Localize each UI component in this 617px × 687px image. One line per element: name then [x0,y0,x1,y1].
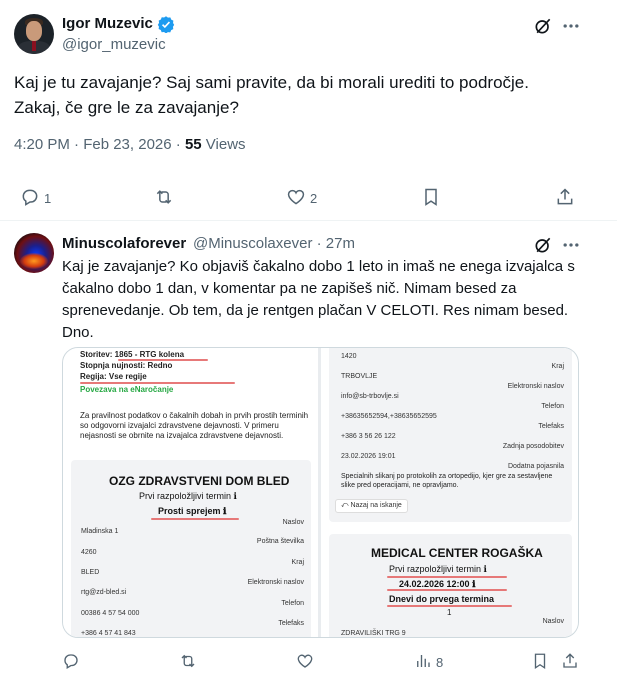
reply-display-name[interactable]: Minuscolaforever [62,235,186,252]
bookmark-icon [421,187,441,210]
value-email: rtg@zd-bled.si [81,589,127,596]
attached-image[interactable]: Storitev: 1865 - RTG kolena Stopnja nujn… [62,347,579,638]
share-icon [555,187,575,210]
label-telefaks-right: Telefaks [538,423,564,430]
value-note: Specialnih slikanj po protokolih za orto… [341,473,553,489]
media-link: Povezava na eNaročanje [80,385,174,394]
value-city-right: TRBOVLJE [341,373,378,380]
reply-repost-button[interactable] [178,652,198,673]
first-term-value-left: Prosti sprejem ℹ [158,506,227,516]
views-count: 55 [184,136,202,153]
post-text-line-2: Zakaj, če gre le za zavajanje? [14,98,239,117]
value-fax-right: +386 3 56 26 122 [341,433,396,440]
back-button-label: Nazaj na iskanje [350,502,402,509]
share-button[interactable] [555,187,575,210]
clinic-name-right: MEDICAL CENTER ROGAŠKA [371,546,543,560]
reply-text: Kaj je zavajanje? Ko objaviš čakalno dob… [62,258,575,341]
share-icon [561,652,579,673]
value-email-right: info@sb-trbovlje.si [341,393,399,400]
reply-handle[interactable]: @Minuscolaxever · 27m [193,235,355,252]
red-underline [80,382,235,384]
red-underline [387,605,512,607]
media-right-panel: 1420 Kraj TRBOVLJE Elektronski naslov in… [321,348,578,637]
like-count: 2 [310,191,318,206]
label-address-right: Naslov [542,618,564,625]
reply-button[interactable]: 1 [20,187,51,210]
value-phone-right: +38635652594,+38635652595 [341,413,437,420]
media-storitev: Storitev: 1865 - RTG kolena [80,350,185,359]
label-naslov: Naslov [282,519,304,526]
like-button[interactable]: 2 [286,187,317,210]
reply-share-button[interactable] [561,652,579,673]
media-stopnja: Stopnja nujnosti: Redno [80,361,173,370]
repost-icon [153,187,175,210]
repost-icon [178,652,198,673]
grok-icon[interactable] [533,16,553,41]
first-term-label-right: Prvi razpoložljivi termin ℹ [389,564,487,574]
heart-icon [286,187,306,210]
label-telefon-right: Telefon [541,403,564,410]
reply-views-button[interactable]: 8 [414,652,443,673]
media-left-panel: Storitev: 1865 - RTG kolena Stopnja nujn… [63,348,318,637]
label-email-right: Elektronski naslov [507,383,564,390]
value-zip-right: 1420 [341,353,357,360]
timestamp[interactable]: 4:20 PM · Feb 23, 2026 · [14,136,185,153]
more-options-icon[interactable] [561,16,581,41]
reply-icon [62,652,80,673]
handle[interactable]: @igor_muzevic [62,36,166,53]
value-updated: 23.02.2026 19:01 [341,453,396,460]
reply-reply-button[interactable] [62,652,80,673]
reply-bookmark-button[interactable] [531,652,549,673]
label-email: Elektronski naslov [247,579,304,586]
reply-like-button[interactable] [296,652,314,673]
display-name[interactable]: Igor Muzevic [62,15,153,32]
first-term-label-left: Prvi razpoložljivi termin ℹ [139,491,237,501]
value-address-right: ZDRAVILIŠKI TRG 9 [341,630,406,637]
post-text: Kaj je tu zavajanje? Saj sami pravite, d… [14,70,594,120]
value-phone: 00386 4 57 54 000 [81,610,140,617]
bookmark-button[interactable] [421,187,441,210]
label-postna: Poštna številka [256,538,304,545]
post-text-line-1: Kaj je tu zavajanje? Saj sami pravite, d… [14,73,529,92]
label-telefaks: Telefaks [278,620,304,627]
reply-count: 1 [44,191,52,206]
red-underline [387,576,507,578]
back-to-search-button: ⤺ Nazaj na iskanje [335,499,408,513]
value-address: Mladinska 1 [81,528,119,535]
value-city: BLED [81,569,100,576]
reply-views-count: 8 [436,655,444,670]
label-telefon: Telefon [281,600,304,607]
bookmark-icon [531,652,549,673]
days-value-right: 1 [447,608,452,617]
repost-button[interactable] [153,187,175,210]
label-kraj-right: Kraj [551,363,564,370]
views-bar-icon [414,652,432,673]
days-label-right: Dnevi do prvega termina [389,594,495,604]
post-meta: 4:20 PM · Feb 23, 2026 · 55 Views [14,136,246,153]
value-fax: +386 4 57 41 843 [81,630,136,637]
avatar[interactable] [14,14,54,54]
clinic-name-left: OZG ZDRAVSTVENI DOM BLED [109,474,290,488]
red-underline [151,518,239,520]
views-label: Views [201,136,246,153]
label-kraj: Kraj [291,559,304,566]
media-info: Za pravilnost podatkov o čakalnih dobah … [80,411,309,440]
heart-icon [296,652,314,673]
verified-badge-icon [157,15,175,38]
reply-avatar[interactable] [14,233,54,273]
media-regija: Regija: Vse regije [80,372,147,381]
label-updated: Zadnja posodobitev [502,443,564,450]
red-underline [387,589,507,591]
value-zip: 4260 [81,549,97,556]
label-note: Dodatna pojasnila [507,463,564,470]
reply-icon [20,187,40,210]
